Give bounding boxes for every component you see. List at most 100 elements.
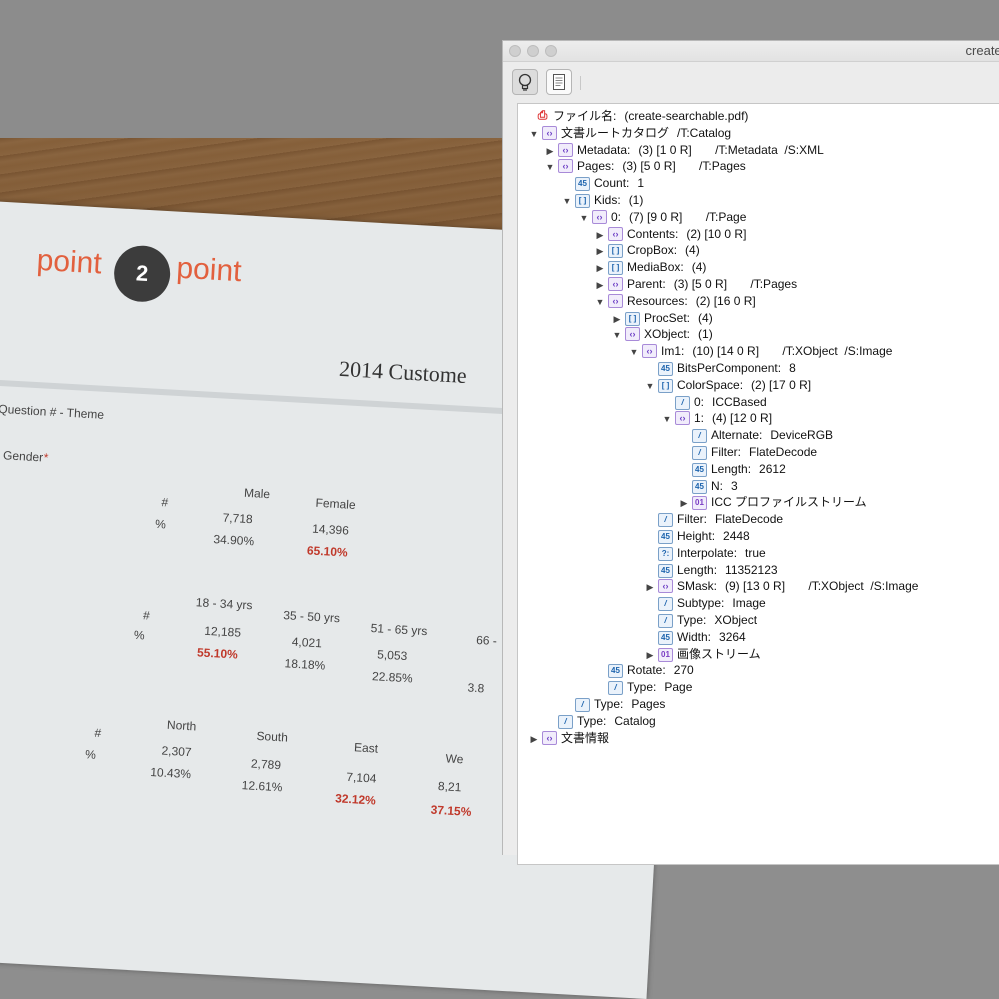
tree-row[interactable]: ▼ ‹› 0: (7) [9 0 R] /T:Page — [578, 209, 746, 226]
tree-row[interactable]: ▼[ ] Kids: (1) — [561, 192, 643, 209]
tree-row-key: N: — [711, 478, 723, 493]
male-pct: 34.90% — [213, 532, 255, 549]
disclosure-expanded-icon[interactable]: ▼ — [544, 159, 556, 176]
tree-row[interactable]: ▶ 01 画像ストリーム — [644, 646, 769, 663]
tree-row[interactable]: / Type: Page — [594, 679, 692, 696]
tree-row[interactable]: / Filter: FlateDecode — [644, 511, 783, 528]
tree-row[interactable]: ▶ ‹› Metadata: (3) [1 0 R] /T:Metadata /S:X… — [544, 142, 824, 159]
tree-row[interactable]: / Subtype: Image — [644, 595, 766, 612]
tree-row[interactable]: 45 Width: 3264 — [644, 629, 746, 646]
disclosure-collapsed-icon[interactable]: ▶ — [544, 143, 556, 160]
tree-row[interactable]: ▼ ‹› Im1: (10) [14 0 R] /T:XObject /S:Image — [628, 343, 892, 360]
arr-type-icon: [ ] — [625, 311, 640, 326]
west-count: 8,21 — [437, 779, 462, 795]
name-type-icon: / — [575, 698, 590, 712]
disclosure-expanded-icon[interactable]: ▼ — [661, 411, 673, 428]
tree-row-value: ICCBased — [712, 394, 767, 409]
disclosure-collapsed-icon[interactable]: ▶ — [594, 243, 606, 260]
disclosure-expanded-icon[interactable]: ▼ — [628, 344, 640, 361]
disclosure-collapsed-icon[interactable]: ▶ — [611, 311, 623, 328]
disclosure-collapsed-icon[interactable]: ▶ — [594, 260, 606, 277]
label-hash-3: # — [94, 725, 102, 741]
disclosure-expanded-icon[interactable]: ▼ — [611, 327, 623, 344]
lightbulb-button[interactable] — [512, 69, 538, 95]
tree-row[interactable]: ▼ ‹› XObject: (1) — [611, 326, 713, 343]
tree-row[interactable]: 45 Count: 1 — [561, 175, 644, 192]
tree-row[interactable]: ▶ ‹› Contents: (2) [10 0 R] — [594, 226, 746, 243]
disclosure-expanded-icon[interactable]: ▼ — [594, 294, 606, 311]
west-pct: 37.15% — [430, 802, 472, 819]
tree-row[interactable]: ▶ ‹› SMask: (9) [13 0 R] /T:XObject /S:Imag… — [644, 578, 918, 595]
label-age-35-50: 35 - 50 yrs — [282, 608, 341, 626]
disclosure-expanded-icon[interactable]: ▼ — [644, 378, 656, 395]
tree-row-key: Alternate: — [711, 428, 763, 443]
tree-row-key: Type: — [594, 697, 624, 711]
tree-row[interactable]: 45 Height: 2448 — [644, 528, 750, 545]
tree-row[interactable]: ⎙ ファイル名: (create-searchable.pdf) — [522, 108, 749, 125]
tree-row-key: Width: — [677, 629, 712, 644]
document-button[interactable] — [546, 69, 572, 95]
window-title: create- — [965, 43, 999, 58]
tree-row[interactable]: ?: Interpolate: true — [644, 545, 766, 562]
tree-row[interactable]: ▶[ ] MediaBox: (4) — [594, 259, 706, 276]
tree-row[interactable]: 45 Length: 2612 — [678, 461, 786, 478]
tree-row[interactable]: ▶ 01 ICC プロファイルストリーム — [678, 494, 875, 511]
tree-row[interactable]: ▼ ‹› Resources: (2) [16 0 R] — [594, 293, 756, 310]
tree-row-value: (1) — [698, 327, 713, 342]
tree-row[interactable]: / Type: Pages — [561, 696, 665, 713]
arr-type-icon: [ ] — [575, 194, 590, 208]
num-type-icon: 45 — [658, 362, 673, 376]
disclosure-collapsed-icon[interactable]: ▶ — [678, 495, 690, 512]
disclosure-collapsed-icon[interactable]: ▶ — [594, 277, 606, 294]
name-type-icon: / — [692, 429, 707, 444]
disclosure-collapsed-icon[interactable]: ▶ — [528, 731, 540, 748]
tree-row-key: Count: — [594, 176, 630, 191]
tree-row-value: (3) [1 0 R] /T:Metadata /S:XML — [638, 142, 824, 157]
disclosure-expanded-icon[interactable]: ▼ — [561, 193, 573, 210]
tree-row-value: Pages — [631, 697, 666, 711]
label-west: We — [445, 751, 464, 767]
zoom-window-button[interactable] — [545, 45, 557, 57]
tree-row[interactable]: ▶ ‹› Parent: (3) [5 0 R] /T:Pages — [594, 276, 797, 293]
tree-row-key: Type: — [627, 680, 657, 695]
age2-count: 4,021 — [291, 634, 323, 651]
tree-row[interactable]: / 0: ICCBased — [661, 394, 767, 411]
disclosure-collapsed-icon[interactable]: ▶ — [644, 579, 656, 596]
label-age-18-34: 18 - 34 yrs — [195, 595, 253, 613]
tree-row-key: Pages: — [577, 159, 615, 174]
disclosure-collapsed-icon[interactable]: ▶ — [644, 647, 656, 664]
tree-row-key: Contents: — [627, 226, 679, 241]
pdf-structure-tree[interactable]: ⎙ ファイル名: (create-searchable.pdf) ▼ ‹› 文書ルートカタ… — [517, 103, 999, 865]
tree-row-value: (2) [10 0 R] — [686, 226, 747, 241]
tree-row-value: (3) [5 0 R] /T:Pages — [673, 277, 798, 291]
label-hash: # — [161, 495, 169, 510]
num-type-icon: 45 — [658, 530, 673, 544]
title-bar[interactable]: create- — [503, 41, 999, 62]
label-pct: % — [154, 516, 167, 532]
tree-row[interactable]: / Filter: FlateDecode — [678, 444, 817, 461]
tree-row[interactable]: ▼[ ] ColorSpace: (2) [17 0 R] — [644, 377, 811, 394]
tree-row-key: BitsPerComponent: — [677, 361, 782, 375]
tree-row[interactable]: 45 Rotate: 270 — [594, 662, 694, 679]
tree-row[interactable]: ▶[ ] CropBox: (4) — [594, 242, 700, 259]
disclosure-collapsed-icon[interactable]: ▶ — [594, 227, 606, 244]
dict-type-icon: ‹› — [542, 730, 557, 745]
disclosure-expanded-icon[interactable]: ▼ — [528, 126, 540, 143]
dict-type-icon: ‹› — [625, 327, 640, 342]
tree-row[interactable]: ▶ ‹› 文書情報 — [528, 730, 617, 747]
tree-row[interactable]: / Alternate: DeviceRGB — [678, 427, 833, 444]
tree-row[interactable]: ▼ ‹› 1: (4) [12 0 R] — [661, 410, 772, 427]
tree-row[interactable]: ▶[ ] ProcSet: (4) — [611, 310, 713, 327]
close-window-button[interactable] — [509, 45, 521, 57]
minimize-window-button[interactable] — [527, 45, 539, 57]
tree-row[interactable]: 45 N: 3 — [678, 478, 738, 495]
tree-row[interactable]: 45 BitsPerComponent: 8 — [644, 360, 796, 377]
disclosure-expanded-icon[interactable]: ▼ — [578, 210, 590, 227]
tree-row[interactable]: ▼ ‹› 文書ルートカタログ/T:Catalog — [528, 125, 731, 142]
tree-row[interactable]: 45 Length: 11352123 — [644, 562, 778, 579]
tree-row[interactable]: / Type: XObject — [644, 612, 757, 629]
tree-row[interactable]: ▼ ‹› Pages: (3) [5 0 R] /T:Pages — [544, 158, 746, 175]
tree-row-key: Filter: — [711, 445, 741, 459]
name-type-icon: / — [692, 446, 707, 460]
tree-row[interactable]: / Type: Catalog — [544, 713, 656, 730]
